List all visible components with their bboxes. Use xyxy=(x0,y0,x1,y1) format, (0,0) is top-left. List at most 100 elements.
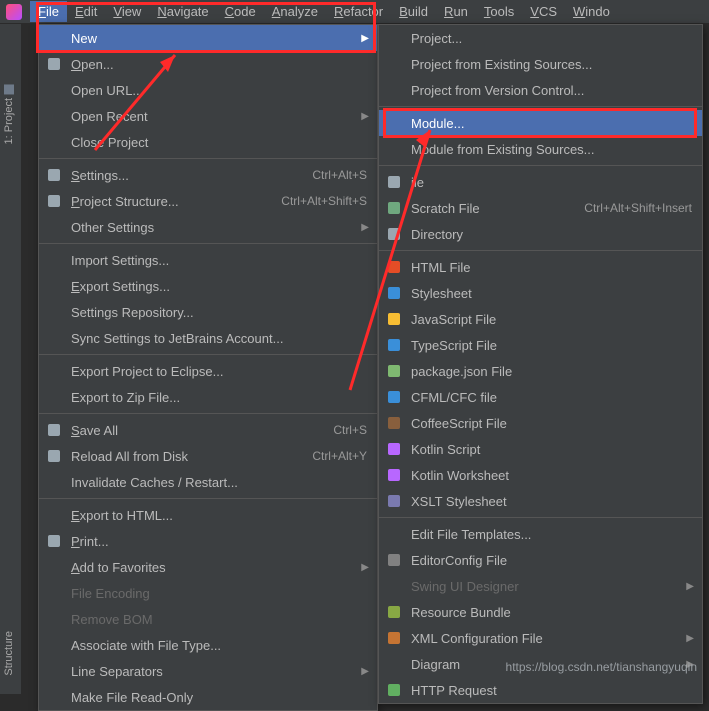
menu-item-label: CFML/CFC file xyxy=(411,390,692,405)
menubar-item-refactor[interactable]: Refactor xyxy=(326,1,391,22)
new_menu-item[interactable]: package.json File xyxy=(379,358,702,384)
dir-icon xyxy=(385,227,403,241)
menubar-item-tools[interactable]: Tools xyxy=(476,1,522,22)
file_menu-item[interactable]: Other Settings▶ xyxy=(39,214,377,240)
menubar-item-run[interactable]: Run xyxy=(436,1,476,22)
file_menu-item[interactable]: Export to Zip File... xyxy=(39,384,377,410)
menubar-item-vcs[interactable]: VCS xyxy=(522,1,565,22)
new_menu-item[interactable]: Kotlin Worksheet xyxy=(379,462,702,488)
menubar-item-navigate[interactable]: Navigate xyxy=(149,1,216,22)
new_menu-item[interactable]: Edit File Templates... xyxy=(379,521,702,547)
file_menu-item[interactable]: Settings Repository... xyxy=(39,299,377,325)
file_menu-item[interactable]: Line Separators▶ xyxy=(39,658,377,684)
menu-item-label: File Encoding xyxy=(71,586,367,601)
menubar-item-edit[interactable]: Edit xyxy=(67,1,105,22)
file_menu-item[interactable]: Reload All from DiskCtrl+Alt+Y xyxy=(39,443,377,469)
file_menu-item[interactable]: Add to Favorites▶ xyxy=(39,554,377,580)
new_menu-item[interactable]: Directory xyxy=(379,221,702,247)
menu-item-label: Stylesheet xyxy=(411,286,692,301)
menu-item-label: Close Project xyxy=(71,135,367,150)
file_menu-item[interactable]: Export Settings... xyxy=(39,273,377,299)
new_menu-item[interactable]: ile xyxy=(379,169,702,195)
submenu-arrow-icon: ▶ xyxy=(361,666,369,677)
menu-item-label: Invalidate Caches / Restart... xyxy=(71,475,367,490)
new_menu-item[interactable]: Stylesheet xyxy=(379,280,702,306)
menu-item-label: Settings... xyxy=(71,168,312,183)
kt-icon xyxy=(385,468,403,482)
file_menu-item[interactable]: Save AllCtrl+S xyxy=(39,417,377,443)
submenu-arrow-icon: ▶ xyxy=(686,633,694,644)
kt-icon xyxy=(385,442,403,456)
new_menu-item[interactable]: EditorConfig File xyxy=(379,547,702,573)
new_menu-item[interactable]: XSLT Stylesheet xyxy=(379,488,702,514)
new_menu-item[interactable]: TypeScript File xyxy=(379,332,702,358)
menu-item-label: CoffeeScript File xyxy=(411,416,692,431)
wrench-icon xyxy=(45,168,63,182)
http-icon xyxy=(385,683,403,697)
tool-tab-structure[interactable]: Structure xyxy=(0,621,18,686)
menubar-item-view[interactable]: View xyxy=(105,1,149,22)
new_menu-item[interactable]: CFML/CFC file xyxy=(379,384,702,410)
new_menu-item[interactable]: HTTP Request xyxy=(379,677,702,703)
menubar-item-windo[interactable]: Windo xyxy=(565,1,618,22)
separator xyxy=(39,158,377,159)
menu-item-label: Module... xyxy=(411,116,692,131)
file_menu-item[interactable]: Export Project to Eclipse... xyxy=(39,358,377,384)
file_menu-item[interactable]: Export to HTML... xyxy=(39,502,377,528)
new_menu-item[interactable]: Project from Version Control... xyxy=(379,77,702,103)
menu-item-label: Project... xyxy=(411,31,692,46)
new_menu-item[interactable]: CoffeeScript File xyxy=(379,410,702,436)
print-icon xyxy=(45,534,63,548)
menu-item-label: Export to HTML... xyxy=(71,508,367,523)
new_menu-item[interactable]: Module... xyxy=(379,110,702,136)
file_menu-item[interactable]: New▶ xyxy=(39,25,377,51)
submenu-arrow-icon: ▶ xyxy=(686,581,694,592)
new_menu-item[interactable]: Scratch FileCtrl+Alt+Shift+Insert xyxy=(379,195,702,221)
menu-item-label: Project from Existing Sources... xyxy=(411,57,692,72)
menu-item-label: Resource Bundle xyxy=(411,605,692,620)
file_menu-item[interactable]: Project Structure...Ctrl+Alt+Shift+S xyxy=(39,188,377,214)
menubar-item-code[interactable]: Code xyxy=(217,1,264,22)
file_menu-item[interactable]: Associate with File Type... xyxy=(39,632,377,658)
new_menu-item[interactable]: Resource Bundle xyxy=(379,599,702,625)
menu-item-label: Open URL... xyxy=(71,83,367,98)
file_menu-item[interactable]: Open... xyxy=(39,51,377,77)
new_menu-item[interactable]: Project... xyxy=(379,25,702,51)
file_menu-item: Remove BOM xyxy=(39,606,377,632)
menu-item-label: Export Project to Eclipse... xyxy=(71,364,367,379)
menubar-item-analyze[interactable]: Analyze xyxy=(264,1,326,22)
separator xyxy=(39,243,377,244)
shortcut-label: Ctrl+Alt+Y xyxy=(312,449,367,463)
menubar-item-build[interactable]: Build xyxy=(391,1,436,22)
coffee-icon xyxy=(385,416,403,430)
file_menu-item[interactable]: Invalidate Caches / Restart... xyxy=(39,469,377,495)
new_menu-item[interactable]: XML Configuration File▶ xyxy=(379,625,702,651)
xml-icon xyxy=(385,631,403,645)
pkg-icon xyxy=(385,364,403,378)
file_menu-item[interactable]: Open Recent▶ xyxy=(39,103,377,129)
file_menu-item[interactable]: Sync Settings to JetBrains Account... xyxy=(39,325,377,351)
new_menu-item[interactable]: Project from Existing Sources... xyxy=(379,51,702,77)
menubar-item-file[interactable]: File xyxy=(30,1,67,22)
menu-item-label: Import Settings... xyxy=(71,253,367,268)
new_menu-item[interactable]: JavaScript File xyxy=(379,306,702,332)
new_menu-item[interactable]: Module from Existing Sources... xyxy=(379,136,702,162)
submenu-arrow-icon: ▶ xyxy=(361,111,369,122)
file_menu-item[interactable]: Make File Read-Only xyxy=(39,684,377,710)
file_menu-item[interactable]: Import Settings... xyxy=(39,247,377,273)
menu-item-label: TypeScript File xyxy=(411,338,692,353)
file_menu-item[interactable]: Open URL... xyxy=(39,77,377,103)
file_menu-item[interactable]: Close Project xyxy=(39,129,377,155)
file_menu-item[interactable]: Print... xyxy=(39,528,377,554)
xslt-icon xyxy=(385,494,403,508)
new_menu-item[interactable]: Kotlin Script xyxy=(379,436,702,462)
menu-item-label: HTML File xyxy=(411,260,692,275)
file_menu-item[interactable]: Settings...Ctrl+Alt+S xyxy=(39,162,377,188)
menu-item-label: Export to Zip File... xyxy=(71,390,367,405)
new_menu-item[interactable]: HTML File xyxy=(379,254,702,280)
css-icon xyxy=(385,286,403,300)
save-icon xyxy=(45,423,63,437)
tool-tab-project[interactable]: 1: Project xyxy=(0,74,18,154)
menu-item-label: Kotlin Script xyxy=(411,442,692,457)
menu-item-label: Print... xyxy=(71,534,367,549)
